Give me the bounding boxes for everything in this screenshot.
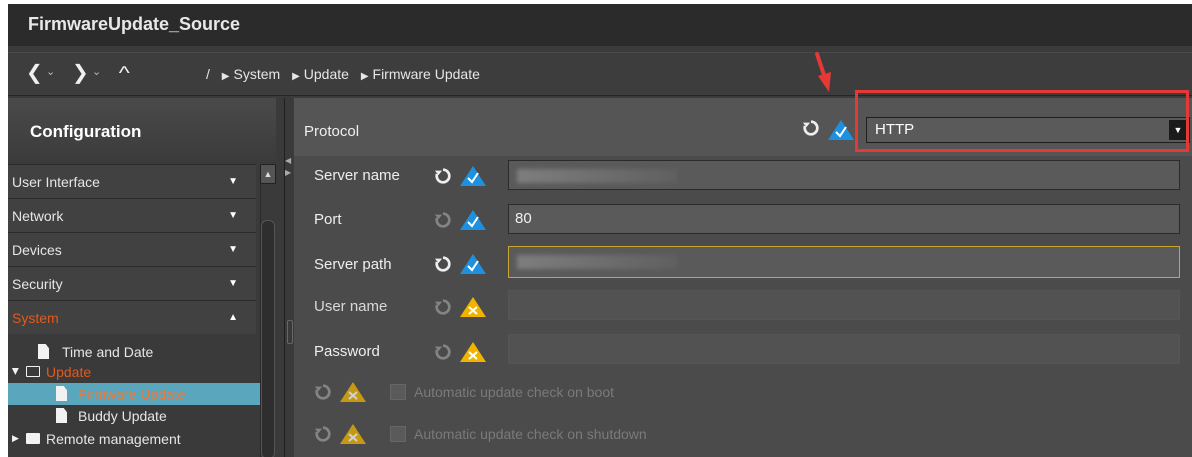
breadcrumb-system[interactable]: System: [233, 66, 280, 82]
reset-icon[interactable]: [314, 383, 332, 401]
sidebar-item-label: Security: [12, 276, 63, 292]
tree-item-label: Time and Date: [62, 344, 154, 360]
page-icon: [56, 408, 67, 423]
reset-icon[interactable]: [434, 255, 452, 273]
expand-triangle-icon[interactable]: ▶: [12, 433, 19, 444]
forward-button[interactable]: ❯: [72, 61, 89, 85]
breadcrumb-root[interactable]: /: [206, 66, 210, 82]
reset-icon[interactable]: [434, 343, 452, 361]
dropdown-arrow-icon[interactable]: ▼: [1169, 120, 1187, 140]
tree-item-firmware-update[interactable]: Firmware Update: [8, 383, 260, 405]
shutdown-check-label: Automatic update check on shutdown: [414, 426, 647, 442]
reset-icon[interactable]: [802, 119, 820, 137]
back-button[interactable]: ❮: [26, 61, 43, 85]
triangle-down-icon: ▼: [228, 176, 238, 187]
warning-status-icon: [340, 382, 366, 402]
triangle-down-icon: ▼: [228, 210, 238, 221]
app-window: FirmwareUpdate_Source ❮ ⌄ ❯ ⌄ ^ / ▶ Syste…: [8, 4, 1192, 457]
port-field[interactable]: 80: [508, 204, 1180, 234]
tree-item-label: Update: [46, 364, 92, 380]
valid-status-icon: [828, 120, 854, 140]
pane-splitter[interactable]: ◀ ▶: [285, 98, 293, 457]
sidebar-title: Configuration: [30, 122, 142, 141]
chevron-down-icon[interactable]: ⌄: [46, 65, 55, 78]
server-path-label: Server path: [314, 256, 392, 273]
valid-status-icon: [460, 166, 486, 186]
expand-right-icon[interactable]: ▶: [285, 168, 291, 177]
sidebar-item-system[interactable]: System ▲: [8, 300, 256, 334]
boot-check-label: Automatic update check on boot: [414, 384, 615, 400]
folder-icon: [26, 433, 40, 444]
triangle-right-icon: ▶: [292, 71, 300, 82]
server-path-field[interactable]: [508, 246, 1180, 278]
sidebar-item-network[interactable]: Network ▼: [8, 198, 256, 232]
protocol-label: Protocol: [304, 123, 360, 140]
warning-status-icon: [460, 342, 486, 362]
chevron-down-icon[interactable]: ⌄: [92, 65, 101, 78]
red-arrow-icon: [815, 52, 831, 92]
server-name-field[interactable]: [508, 160, 1180, 190]
tree-item-update[interactable]: ▶ Update: [8, 361, 260, 383]
sidebar-item-devices[interactable]: Devices ▼: [8, 232, 256, 266]
shutdown-check-checkbox[interactable]: [390, 426, 406, 442]
tree-item-label: Remote management: [46, 431, 181, 447]
reset-icon[interactable]: [434, 167, 452, 185]
tree-item-label: Buddy Update: [78, 408, 167, 424]
sidebar-header: Configuration: [8, 98, 276, 162]
folder-open-icon: [26, 366, 40, 377]
sidebar-item-user-interface[interactable]: User Interface ▼: [8, 164, 256, 198]
warning-status-icon: [340, 424, 366, 444]
reset-icon[interactable]: [314, 425, 332, 443]
window-title: FirmwareUpdate_Source: [28, 14, 241, 34]
port-label: Port: [314, 211, 342, 228]
user-name-label: User name: [314, 298, 388, 315]
breadcrumb-firmware-update[interactable]: Firmware Update: [373, 66, 480, 82]
scroll-up-button[interactable]: ▲: [260, 164, 276, 184]
sidebar-item-label: Devices: [12, 242, 62, 258]
password-field[interactable]: [508, 334, 1180, 364]
page-icon: [56, 386, 67, 401]
valid-status-icon: [460, 210, 486, 230]
breadcrumb-update[interactable]: Update: [304, 66, 349, 82]
up-button[interactable]: ^: [119, 61, 130, 85]
triangle-right-icon: ▶: [360, 71, 369, 82]
settings-panel: Protocol HTTP ▼ Server name Port 80 Serv…: [294, 98, 1192, 457]
password-label: Password: [314, 343, 380, 360]
sidebar-item-label: System: [12, 310, 59, 326]
breadcrumb: / ▶ System ▶ Update ▶ Firmware Update: [206, 66, 488, 82]
boot-check-checkbox[interactable]: [390, 384, 406, 400]
tree-item-time-and-date[interactable]: Time and Date: [8, 341, 260, 363]
splitter-handle[interactable]: [287, 320, 293, 344]
protocol-selected-value: HTTP: [875, 121, 915, 138]
tree-item-buddy-update[interactable]: Buddy Update: [8, 405, 260, 427]
sidebar: Configuration User Interface ▼ Network ▼…: [8, 98, 285, 457]
sidebar-item-label: Network: [12, 208, 64, 224]
tree-item-label: Firmware Update: [78, 386, 186, 402]
triangle-up-icon: ▲: [228, 312, 238, 323]
triangle-down-icon: ▼: [228, 278, 238, 289]
scrollbar-thumb[interactable]: [261, 220, 275, 457]
page-icon: [38, 344, 49, 359]
reset-icon[interactable]: [434, 298, 452, 316]
expand-triangle-icon[interactable]: ▶: [10, 368, 21, 375]
triangle-right-icon: ▶: [221, 71, 230, 82]
server-name-label: Server name: [314, 167, 400, 184]
protocol-select[interactable]: HTTP ▼: [866, 117, 1190, 143]
tree-item-remote-management[interactable]: ▶ Remote management: [8, 428, 260, 450]
reset-icon[interactable]: [434, 211, 452, 229]
user-name-field[interactable]: [508, 290, 1180, 320]
triangle-down-icon: ▼: [228, 244, 238, 255]
protocol-row: Protocol HTTP ▼: [294, 98, 1192, 156]
navigation-bar: ❮ ⌄ ❯ ⌄ ^ / ▶ System ▶ Update ▶ Firmware Up…: [8, 52, 1192, 96]
sidebar-item-label: User Interface: [12, 174, 100, 190]
collapse-left-icon[interactable]: ◀: [285, 156, 291, 165]
sidebar-item-security[interactable]: Security ▼: [8, 266, 256, 300]
warning-status-icon: [460, 297, 486, 317]
valid-status-icon: [460, 254, 486, 274]
title-bar: FirmwareUpdate_Source: [8, 4, 1192, 46]
